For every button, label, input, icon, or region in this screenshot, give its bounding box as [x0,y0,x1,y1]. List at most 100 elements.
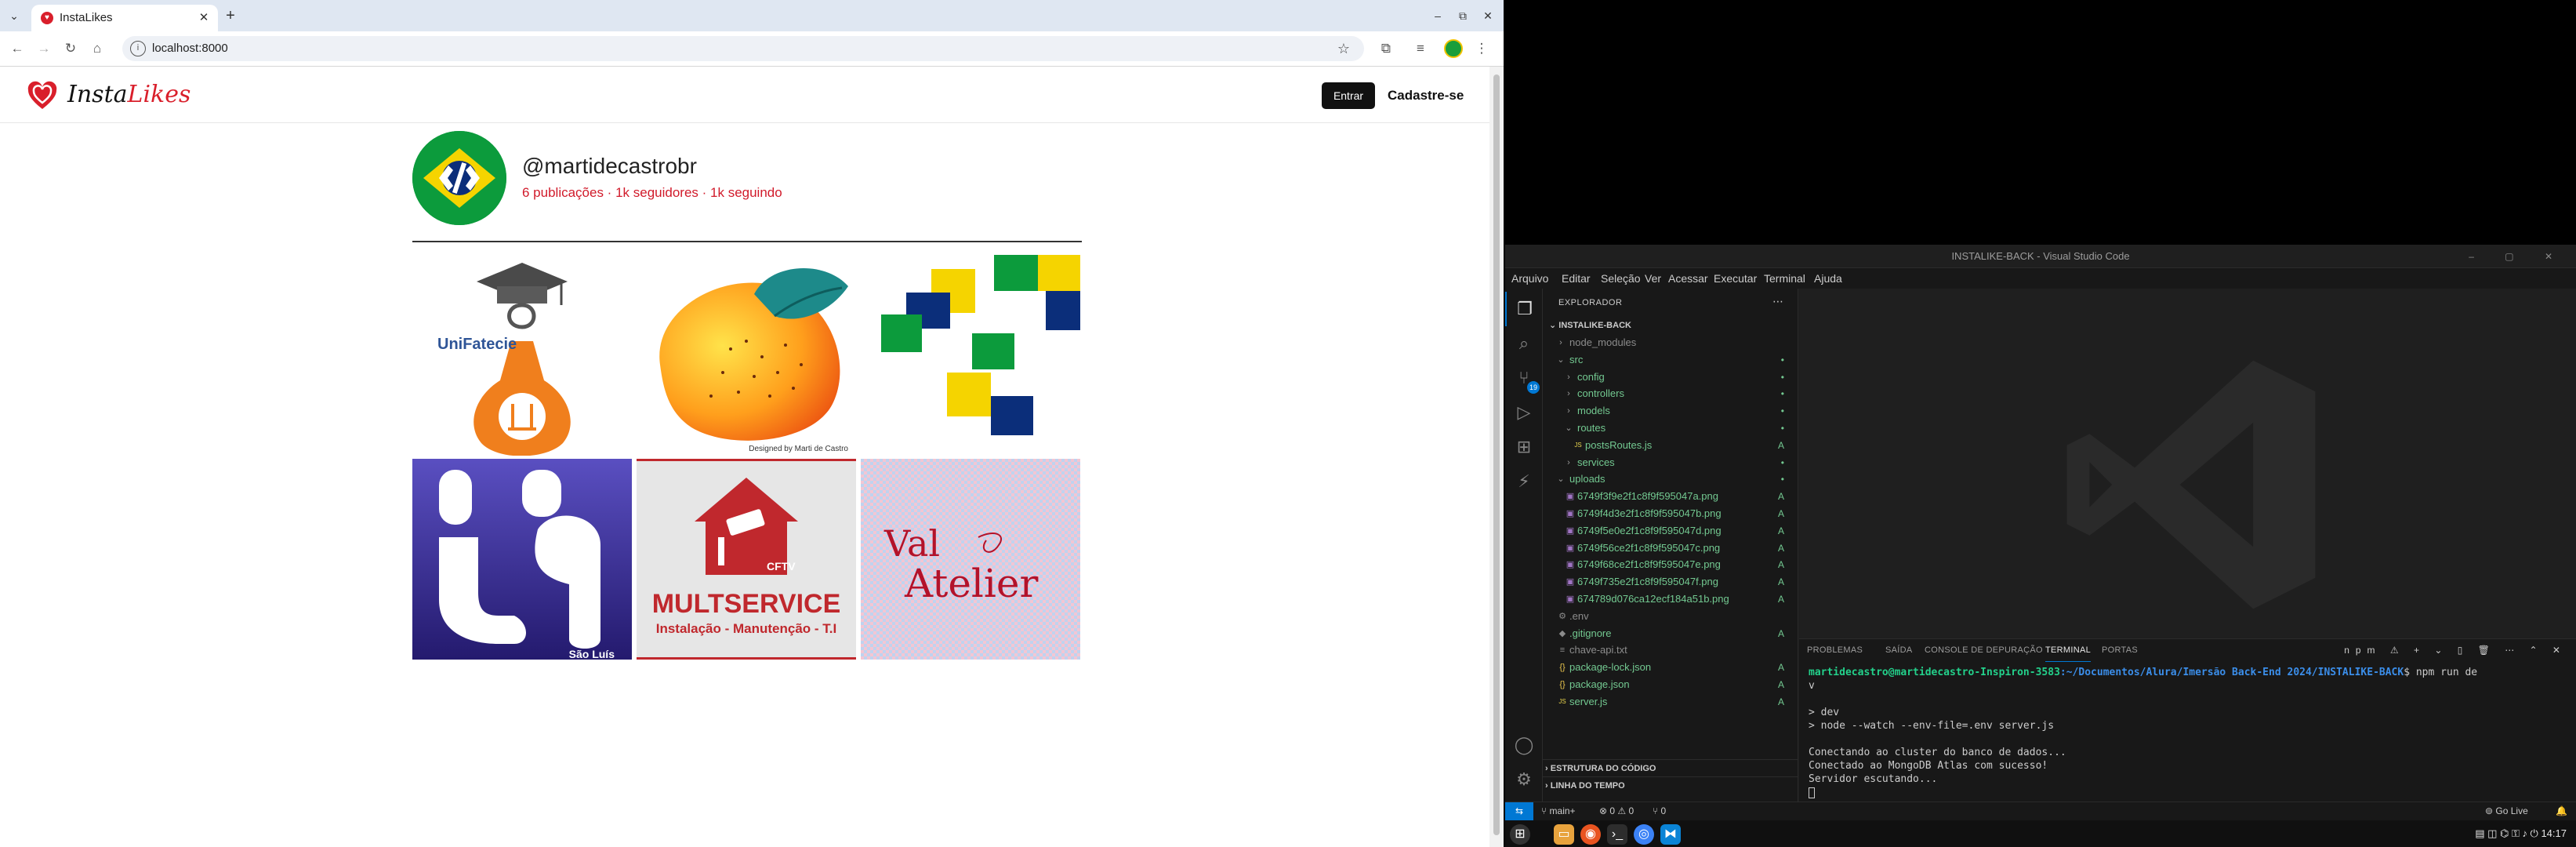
tree-item[interactable]: ⌄ uploads • [1543,471,1798,488]
files-icon[interactable]: ▭ [1554,824,1574,845]
home-icon[interactable]: ⌂ [86,38,108,60]
chevron-right-icon[interactable]: › [1563,385,1574,402]
profile-avatar-icon[interactable] [1444,39,1463,58]
tab-terminal[interactable]: TERMINAL [2045,639,2092,662]
address-bar[interactable]: i localhost:8000 ☆ [122,36,1364,61]
menu-item[interactable]: Ajuda [1814,268,1842,289]
problems-indicator[interactable]: ⊗ 0 ⚠ 0 [1599,802,1634,820]
post-tile[interactable]: CFTV MULTSERVICE Instalação - Manutenção… [637,459,856,660]
tree-item[interactable]: ▣ 6749f68ce2f1c8f9f595047e.png A [1543,556,1798,573]
account-icon[interactable]: ◯ [1505,728,1543,762]
chevron-down-icon[interactable]: ⌄ [1555,351,1566,369]
tree-item[interactable]: › controllers • [1543,385,1798,402]
tree-item[interactable]: ▣ 6749f3f9e2f1c8f9f595047a.png A [1543,488,1798,505]
tab-ports[interactable]: PORTAS [2102,639,2138,661]
tree-item[interactable]: JS postsRoutes.js A [1543,437,1798,454]
tree-item[interactable]: ⌄ src • [1543,351,1798,369]
forward-icon[interactable]: → [33,38,55,60]
system-tray[interactable]: ▤ ◫ ⌬ ⚿ ♪ ⏻ 14:17 [2475,820,2567,847]
tree-item[interactable]: › config • [1543,369,1798,386]
menu-item[interactable]: Executar [1714,268,1757,289]
tree-item[interactable]: {} package-lock.json A [1543,659,1798,676]
avatar[interactable] [412,131,506,225]
media-control-icon[interactable]: ≡ [1410,38,1431,60]
vscode-app-icon[interactable]: ⧓ [1660,824,1681,845]
extensions-icon[interactable]: ⊞ [1505,430,1543,464]
post-tile[interactable]: Designed by Marti de Castro [637,255,856,456]
tree-item[interactable]: {} package.json A [1543,676,1798,693]
maximize-icon[interactable]: ⧉ [1452,5,1474,27]
menu-item[interactable]: Acessar [1668,268,1708,289]
menu-item[interactable]: Ver [1645,268,1661,289]
post-tile[interactable] [861,255,1080,456]
bookmark-star-icon[interactable]: ☆ [1333,38,1355,60]
tree-item[interactable]: ▣ 6749f4d3e2f1c8f9f595047b.png A [1543,505,1798,522]
outline-section[interactable]: › ESTRUTURA DO CÓDIGO [1543,759,1798,776]
tab-output[interactable]: SAÍDA [1885,639,1913,661]
tree-item[interactable]: ◆ .gitignore A [1543,625,1798,642]
go-live-button[interactable]: ⊚ Go Live [2485,802,2528,820]
chevron-down-icon[interactable]: ⌄ [1563,420,1574,437]
app-center-icon[interactable]: ◉ [1580,824,1601,845]
browser-tab[interactable]: ♥ InstaLikes ✕ [31,5,218,31]
chevron-right-icon[interactable]: › [1563,454,1574,471]
tree-item[interactable]: ≡ chave-api.txt [1543,642,1798,659]
post-tile[interactable]: São Luís [412,459,632,660]
menu-item[interactable]: Terminal [1764,268,1805,289]
remote-icon[interactable]: ⚡ [1505,464,1543,499]
login-button[interactable]: Entrar [1322,82,1375,109]
chevron-right-icon[interactable]: › [1563,402,1574,420]
post-tile[interactable]: UniFatecie [412,255,632,456]
signup-link[interactable]: Cadastre-se [1388,82,1464,109]
reload-icon[interactable]: ↻ [60,38,82,60]
site-info-icon[interactable]: i [130,41,146,56]
panel-toolbar[interactable]: npm ⚠ + ⌄ ▯ 🗑 ⋯ ⌃ ✕ [2344,639,2567,661]
window-controls[interactable]: – ▢ ✕ [2469,245,2567,268]
more-actions-icon[interactable]: ⋯ [1772,293,1783,309]
timeline-section[interactable]: › LINHA DO TEMPO [1543,776,1798,794]
tree-item[interactable]: ▣ 6749f5e0e2f1c8f9f595047d.png A [1543,522,1798,540]
notifications-icon[interactable]: 🔔 [2556,802,2567,820]
tree-item[interactable]: ⚙ .env [1543,608,1798,625]
post-tile[interactable]: Val Atelier [861,459,1080,660]
remote-indicator-icon[interactable]: ⇆ [1505,802,1533,820]
back-icon[interactable]: ← [6,38,28,60]
terminal-app-icon[interactable]: ›_ [1607,824,1627,845]
chevron-down-icon[interactable]: ⌄ [1555,471,1566,488]
tree-item[interactable]: JS server.js A [1543,693,1798,711]
run-debug-icon[interactable]: ▷ [1505,395,1543,430]
search-icon[interactable]: ⌕ [1505,326,1543,361]
scrollbar-thumb[interactable] [1493,75,1500,835]
browser-app-icon[interactable]: ◎ [1634,824,1654,845]
tab-debug-console[interactable]: CONSOLE DE DEPURAÇÃO [1925,639,2043,661]
tree-item[interactable]: ▣ 6749f56ce2f1c8f9f595047c.png A [1543,540,1798,557]
ports-indicator[interactable]: ⑂ 0 [1653,802,1666,820]
tree-item[interactable]: ⌄ routes • [1543,420,1798,437]
url-text[interactable]: localhost:8000 [152,36,228,61]
heart-logo-icon[interactable] [27,81,58,112]
browser-menu-icon[interactable]: ⋮ [1471,38,1493,60]
tree-item[interactable]: › services • [1543,454,1798,471]
site-logo[interactable]: InstaLikes [67,78,190,112]
terminal-output[interactable]: martidecastro@martidecastro-Inspiron-358… [1809,666,2561,799]
page-scrollbar[interactable] [1489,67,1504,847]
extensions-icon[interactable]: ⧉ [1375,38,1397,60]
tree-item[interactable]: › models • [1543,402,1798,420]
tab-search-icon[interactable]: ⌄ [5,6,24,25]
source-control-icon[interactable]: ⑂ 19 [1505,361,1543,395]
project-root[interactable]: ⌄ INSTALIKE-BACK [1549,317,1631,334]
tree-item[interactable]: ▣ 674789d076ca12ecf184a51b.png A [1543,591,1798,608]
close-window-icon[interactable]: ✕ [1477,5,1499,27]
new-tab-icon[interactable]: + [221,6,240,25]
explorer-icon[interactable]: ❐ [1505,292,1543,326]
chevron-right-icon[interactable]: › [1563,369,1574,386]
chevron-right-icon[interactable]: › [1555,334,1566,351]
tab-problems[interactable]: PROBLEMAS [1807,639,1863,661]
editor-area[interactable] [1799,289,2576,638]
menu-item[interactable]: Arquivo [1511,268,1548,289]
branch-indicator[interactable]: ⑂ main+ [1541,802,1576,820]
minimize-icon[interactable]: – [1427,5,1449,27]
menu-item[interactable]: Editar [1562,268,1591,289]
menu-item[interactable]: Seleção [1601,268,1641,289]
settings-gear-icon[interactable]: ⚙ [1505,762,1543,797]
